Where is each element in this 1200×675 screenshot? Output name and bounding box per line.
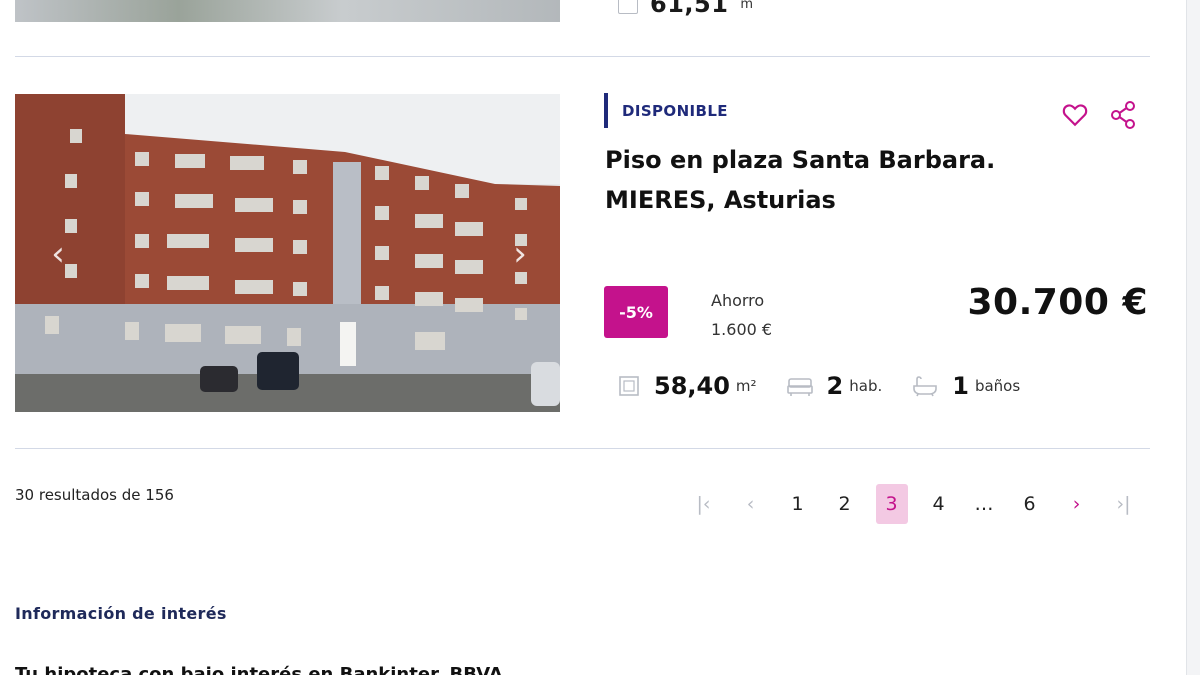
rooms-unit: hab. <box>849 377 883 395</box>
building-photo <box>15 94 560 412</box>
spec-rooms: 2 hab. <box>786 372 883 400</box>
heart-icon[interactable] <box>1060 100 1090 130</box>
baths-value: 1 <box>952 372 969 400</box>
area-unit: m² <box>735 377 757 395</box>
spec-area: 58,40 m² <box>618 372 757 400</box>
divider <box>15 448 1150 449</box>
baths-unit: baños <box>974 377 1021 395</box>
status-badge: DISPONIBLE <box>604 93 728 128</box>
previous-listing-area: 61,51 m <box>618 0 753 18</box>
area-value: 58,40 <box>654 372 730 400</box>
prev-page-button[interactable]: ‹ <box>727 484 774 524</box>
listing-specs: 58,40 m² 2 hab. 1 baños <box>618 368 1050 404</box>
bed-icon <box>786 375 813 397</box>
status-label: DISPONIBLE <box>622 101 728 120</box>
saving-label: Ahorro <box>711 291 765 310</box>
scrollbar[interactable] <box>1186 0 1200 675</box>
saving-info: Ahorro 1.600 € <box>711 286 772 344</box>
current-page-label: 3 <box>875 484 908 524</box>
pagination-ellipsis: … <box>974 493 994 515</box>
results-count: 30 resultados de 156 <box>15 486 174 504</box>
discount-badge: -5% <box>604 286 668 338</box>
next-page-button[interactable]: › <box>1053 484 1100 524</box>
price: 30.700 € <box>967 282 1148 323</box>
discount-label: -5% <box>619 302 653 322</box>
divider <box>15 56 1150 57</box>
listing-actions <box>1060 100 1138 130</box>
spec-baths: 1 baños <box>912 372 1020 400</box>
chevron-left-icon[interactable]: ‹ <box>43 234 73 274</box>
saving-amount: 1.600 € <box>711 320 773 339</box>
listing-title-line2[interactable]: MIERES, Asturias <box>605 180 1065 220</box>
bathtub-icon <box>912 375 938 397</box>
page-3-button[interactable]: 3 <box>868 484 915 524</box>
previous-listing-image[interactable] <box>15 0 560 22</box>
page-4-button[interactable]: 4 <box>915 484 962 524</box>
page-6-button[interactable]: 6 <box>1006 484 1053 524</box>
first-page-button[interactable]: |‹ <box>680 484 727 524</box>
listing-photo[interactable]: ‹ › <box>15 94 560 412</box>
area-value: 61,51 <box>650 0 729 18</box>
listing-title[interactable]: Piso en plaza Santa Barbara. MIERES, Ast… <box>605 140 1065 220</box>
area-icon <box>618 0 638 14</box>
chevron-right-icon[interactable]: › <box>505 234 535 274</box>
pagination: |‹ ‹ 1 2 3 4 … 6 › ›| <box>680 484 1147 524</box>
page-2-button[interactable]: 2 <box>821 484 868 524</box>
page-1-button[interactable]: 1 <box>774 484 821 524</box>
last-page-button[interactable]: ›| <box>1100 484 1147 524</box>
info-heading: Información de interés <box>15 604 227 623</box>
area-unit: m <box>740 0 754 12</box>
rooms-value: 2 <box>826 372 844 400</box>
listing-title-line1[interactable]: Piso en plaza Santa Barbara. <box>605 140 1065 180</box>
share-icon[interactable] <box>1108 100 1138 130</box>
area-icon <box>618 375 640 397</box>
info-link[interactable]: Tu hipoteca con bajo interés en Bankinte… <box>15 664 503 675</box>
